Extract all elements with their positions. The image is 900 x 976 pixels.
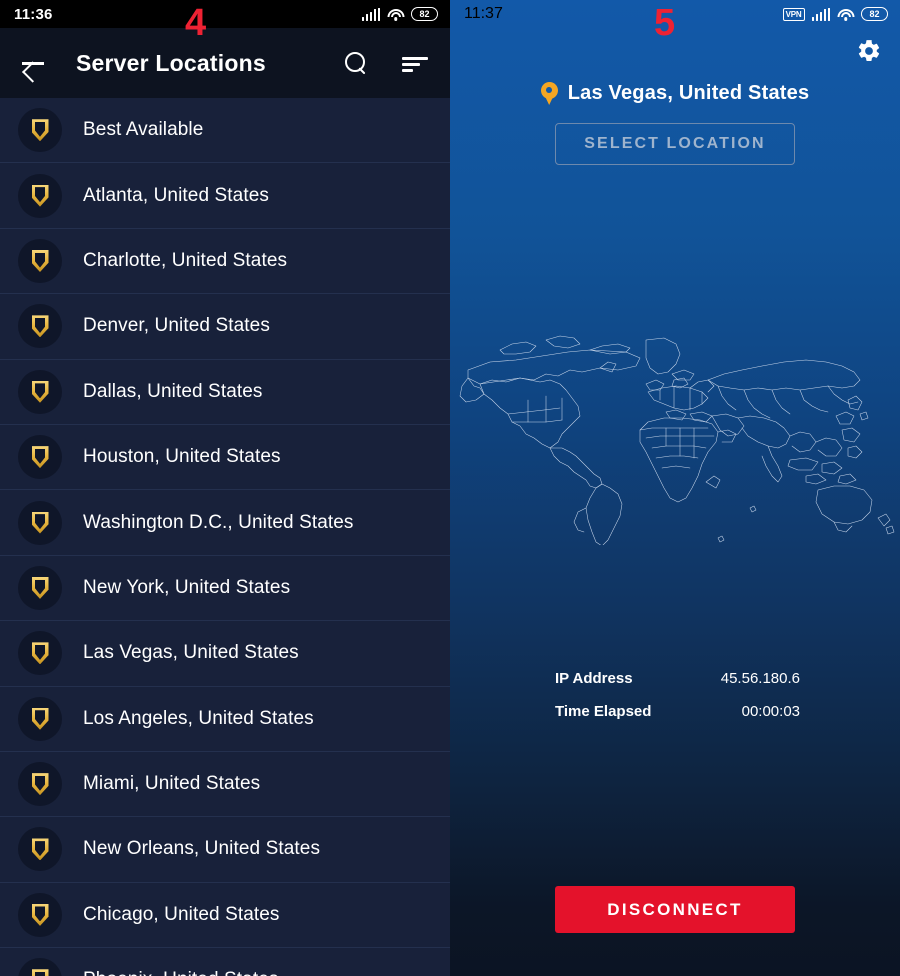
server-list-item[interactable]: Los Angeles, United States: [0, 686, 450, 752]
server-list-item-label: Phoenix, United States: [83, 969, 278, 976]
server-list-item[interactable]: New York, United States: [0, 555, 450, 622]
shield-icon: [18, 108, 62, 153]
server-list-item[interactable]: Chicago, United States: [0, 882, 450, 949]
page-title: Server Locations: [76, 49, 266, 76]
back-arrow-icon[interactable]: [18, 48, 48, 78]
status-bar-clock: 11:37: [464, 5, 503, 22]
connection-info-label: IP Address: [555, 670, 633, 687]
connection-info-value: 00:00:03: [741, 703, 800, 720]
shield-icon: [18, 369, 62, 414]
world-map: [450, 330, 900, 545]
signal-bars-icon: [811, 7, 830, 21]
signal-bars-icon: [361, 7, 380, 21]
server-list-item-label: Dallas, United States: [83, 380, 263, 402]
shield-icon: [18, 304, 62, 349]
shield-icon: [18, 435, 62, 480]
server-list-item-label: Los Angeles, United States: [83, 707, 314, 729]
server-locations-screen: 11:36 82 4 Server Locations Best Availab…: [0, 0, 450, 976]
shield-icon: [18, 238, 62, 283]
server-list: Best Available Atlanta, United States Char…: [0, 98, 450, 976]
server-list-item[interactable]: Miami, United States: [0, 751, 450, 818]
server-list-item-label: Las Vegas, United States: [83, 642, 299, 664]
server-list-item-label: Chicago, United States: [83, 903, 280, 925]
wifi-icon: [837, 8, 854, 21]
disconnect-button[interactable]: DISCONNECT: [555, 886, 795, 933]
current-location-name: Las Vegas, United States: [567, 82, 810, 104]
server-list-item[interactable]: Washington D.C., United States: [0, 490, 450, 556]
annotation-number-5: 5: [654, 2, 676, 44]
server-list-item-label: New York, United States: [83, 576, 291, 598]
server-list-item[interactable]: Charlotte, United States: [0, 228, 450, 295]
search-icon[interactable]: [344, 51, 368, 75]
server-list-item[interactable]: Denver, United States: [0, 294, 450, 360]
server-list-item[interactable]: Phoenix, United States: [0, 948, 450, 976]
gear-icon[interactable]: [856, 38, 882, 64]
app-bar-left: Server Locations: [0, 28, 450, 98]
server-list-item[interactable]: Houston, United States: [0, 424, 450, 491]
location-pin-icon: [540, 82, 558, 105]
dual-screenshot-container: 11:36 82 4 Server Locations Best Availab…: [0, 0, 900, 976]
connection-info-row: IP Address 45.56.180.6: [555, 670, 800, 687]
battery-level-label: 82: [419, 8, 430, 19]
status-bar-clock: 11:36: [14, 5, 53, 23]
current-location-header: Las Vegas, United States: [450, 82, 900, 105]
server-list-item[interactable]: Atlanta, United States: [0, 163, 450, 229]
server-list-item-label: Best Available: [83, 119, 204, 141]
server-list-item[interactable]: Dallas, United States: [0, 359, 450, 425]
server-list-item-label: Atlanta, United States: [83, 184, 269, 206]
shield-icon: [18, 892, 62, 937]
sort-icon[interactable]: [402, 53, 428, 73]
shield-icon: [18, 762, 62, 807]
wifi-icon: [387, 8, 404, 21]
battery-level-label: 82: [869, 8, 880, 19]
shield-icon: [18, 827, 62, 872]
connection-info: IP Address 45.56.180.6 Time Elapsed 00:00:0…: [450, 670, 900, 736]
server-list-item-label: Miami, United States: [83, 773, 261, 795]
shield-icon: [18, 696, 62, 741]
shield-icon: [18, 958, 62, 976]
connection-info-value: 45.56.180.6: [720, 670, 800, 687]
shield-icon: [18, 565, 62, 610]
server-list-item-label: Houston, United States: [83, 446, 281, 468]
app-bar-actions: [344, 51, 428, 75]
select-location-button[interactable]: SELECT LOCATION: [555, 123, 795, 165]
status-bar-left: 11:36 82: [0, 0, 450, 28]
shield-icon: [18, 173, 62, 218]
server-list-item[interactable]: New Orleans, United States: [0, 817, 450, 883]
server-list-item[interactable]: Best Available: [0, 98, 450, 164]
vpn-badge-icon: VPN: [782, 7, 805, 21]
shield-icon: [18, 500, 62, 545]
vpn-badge-label: VPN: [785, 9, 802, 19]
server-list-item[interactable]: Las Vegas, United States: [0, 621, 450, 687]
connection-info-row: Time Elapsed 00:00:03: [555, 703, 800, 720]
status-bar-indicators: 82: [361, 0, 438, 28]
vpn-connected-screen: 11:37 VPN 82 5 Las Vegas, United States …: [450, 0, 900, 976]
shield-icon: [18, 631, 62, 676]
connection-info-label: Time Elapsed: [555, 703, 652, 720]
battery-icon: 82: [861, 7, 888, 21]
server-list-item-label: Washington D.C., United States: [83, 511, 354, 533]
server-list-item-label: Denver, United States: [83, 315, 270, 337]
status-bar-indicators: VPN 82: [782, 0, 888, 28]
battery-icon: 82: [411, 7, 438, 21]
server-list-item-label: Charlotte, United States: [83, 249, 288, 271]
server-list-item-label: New Orleans, United States: [83, 838, 321, 860]
annotation-number-4: 4: [185, 2, 207, 44]
